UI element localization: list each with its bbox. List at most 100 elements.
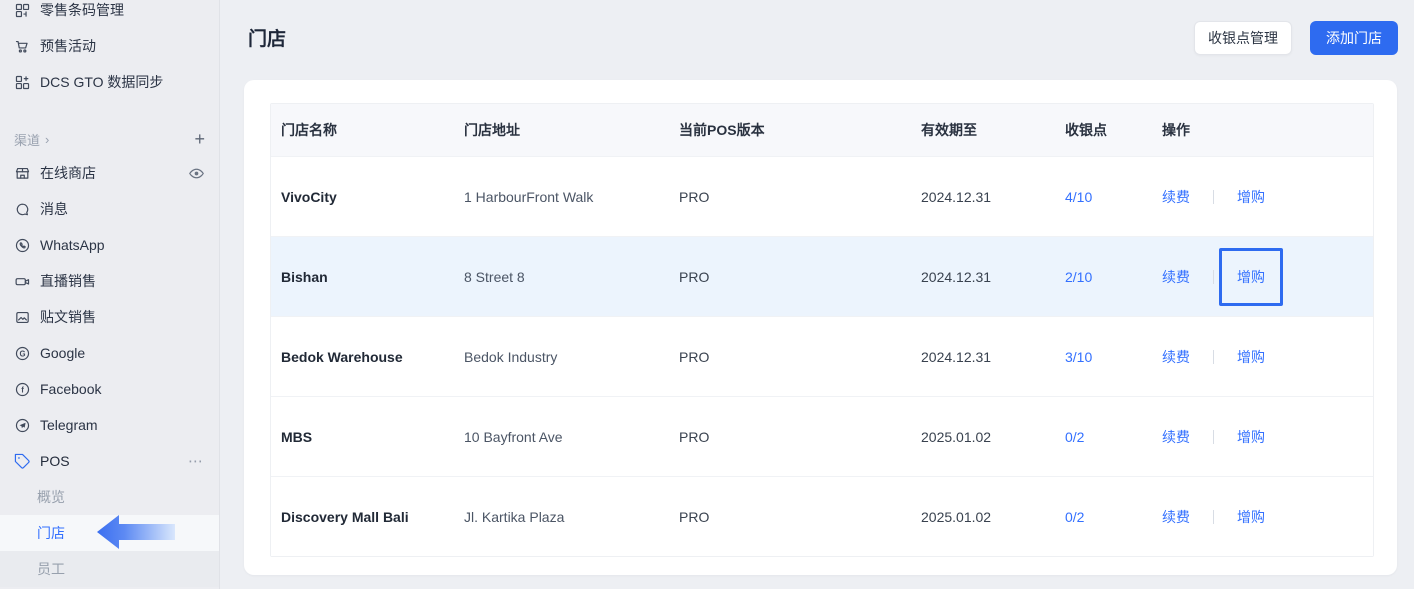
column-header-store-name: 门店名称	[281, 122, 337, 138]
sidebar-item-label: POS	[40, 453, 70, 469]
store-address: 10 Bayfront Ave	[464, 428, 563, 445]
cashier-points-link[interactable]: 3/10	[1065, 349, 1092, 365]
addon-purchase-link[interactable]: 增购	[1237, 187, 1265, 207]
sidebar-item-label: Facebook	[40, 381, 102, 397]
cashier-points-link[interactable]: 2/10	[1065, 269, 1092, 285]
column-header-actions: 操作	[1162, 122, 1190, 138]
sidebar-item-retail-barcode[interactable]: 零售条码管理	[0, 0, 219, 28]
tag-icon	[14, 453, 31, 470]
sidebar-subitem-stores[interactable]: 门店	[0, 515, 219, 551]
ellipsis-icon[interactable]: ⋯	[188, 452, 205, 470]
table-row-highlighted: Bishan 8 Street 8 PRO 2024.12.31 2/10 续费…	[271, 236, 1373, 316]
video-camera-icon	[14, 273, 31, 290]
sidebar-item-dcs-gto-sync[interactable]: DCS GTO 数据同步	[0, 64, 219, 100]
sidebar-item-label: Google	[40, 345, 86, 361]
google-icon: G	[14, 345, 31, 362]
sidebar-item-facebook[interactable]: f Facebook	[0, 371, 219, 407]
column-header-cashier-points: 收银点	[1065, 122, 1107, 138]
renew-link[interactable]: 续费	[1162, 187, 1190, 207]
sidebar-item-label: WhatsApp	[40, 237, 105, 253]
presale-cart-icon	[14, 38, 31, 55]
sidebar-item-label: 直播销售	[40, 273, 96, 289]
pos-version: PRO	[679, 348, 710, 365]
pos-version: PRO	[679, 508, 710, 525]
sidebar-subitem-overview[interactable]: 概览	[0, 479, 219, 515]
store-name: Bishan	[281, 268, 328, 285]
whatsapp-icon	[14, 237, 31, 254]
chat-icon	[14, 201, 31, 218]
cashier-points-link[interactable]: 4/10	[1065, 189, 1092, 205]
sidebar-item-label: DCS GTO 数据同步	[40, 74, 164, 90]
table-row: Discovery Mall Bali Jl. Kartika Plaza PR…	[271, 476, 1373, 556]
valid-until: 2024.12.31	[921, 188, 992, 205]
sidebar-item-post-sales[interactable]: 贴文销售	[0, 299, 219, 335]
addon-purchase-link[interactable]: 增购	[1237, 427, 1265, 447]
sidebar-top-group: 零售条码管理 预售活动 DCS GTO 数据同步	[0, 0, 219, 100]
section-label: 渠道	[14, 132, 41, 148]
sidebar-item-presale[interactable]: 预售活动	[0, 28, 219, 64]
store-address: 1 HarbourFront Walk	[464, 188, 594, 205]
sidebar-item-label: 贴文销售	[40, 309, 96, 325]
renew-link[interactable]: 续费	[1162, 347, 1190, 367]
blue-arrow-callout-icon	[97, 515, 175, 549]
svg-text:G: G	[19, 349, 25, 358]
store-name: Bedok Warehouse	[281, 348, 403, 365]
stores-card: 门店名称 门店地址 当前POS版本 有效期至 收银点 操作 VivoCity 1…	[244, 80, 1397, 575]
add-store-button[interactable]: 添加门店	[1310, 21, 1398, 55]
pos-submenu: 概览 门店 员工	[0, 479, 219, 587]
pos-version: PRO	[679, 268, 710, 285]
renew-link[interactable]: 续费	[1162, 507, 1190, 527]
store-name: VivoCity	[281, 188, 337, 205]
sidebar-item-pos[interactable]: POS ⋯	[0, 443, 219, 479]
sidebar-subitem-staff[interactable]: 员工	[0, 551, 219, 587]
sidebar-item-telegram[interactable]: Telegram	[0, 407, 219, 443]
store-name: Discovery Mall Bali	[281, 508, 409, 525]
table-header-row: 门店名称 门店地址 当前POS版本 有效期至 收银点 操作	[271, 104, 1373, 156]
table-row: MBS 10 Bayfront Ave PRO 2025.01.02 0/2 续…	[271, 396, 1373, 476]
sidebar-item-label: 消息	[40, 201, 68, 217]
sidebar-section-channels[interactable]: 渠道 › +	[0, 125, 219, 153]
action-divider	[1213, 269, 1214, 284]
stores-table: 门店名称 门店地址 当前POS版本 有效期至 收银点 操作 VivoCity 1…	[270, 103, 1374, 557]
sidebar-item-messages[interactable]: 消息	[0, 191, 219, 227]
sidebar-item-live-sales[interactable]: 直播销售	[0, 263, 219, 299]
pos-version: PRO	[679, 188, 710, 205]
facebook-icon: f	[14, 381, 31, 398]
addon-purchase-link[interactable]: 增购	[1237, 347, 1265, 367]
store-name: MBS	[281, 428, 313, 445]
column-header-pos-version: 当前POS版本	[679, 122, 765, 138]
sidebar-item-label: 在线商店	[40, 165, 96, 181]
renew-link[interactable]: 续费	[1162, 267, 1190, 287]
grid-plus-icon	[14, 74, 31, 91]
column-header-valid-until: 有效期至	[921, 122, 977, 138]
storefront-icon	[14, 165, 31, 182]
cashier-points-link[interactable]: 0/2	[1065, 509, 1084, 525]
cashier-point-management-button[interactable]: 收银点管理	[1194, 21, 1292, 55]
sidebar-item-label: Telegram	[40, 417, 98, 433]
action-divider	[1213, 349, 1214, 364]
sidebar-item-online-store[interactable]: 在线商店	[0, 155, 219, 191]
subitem-label: 门店	[37, 525, 65, 541]
cashier-points-link[interactable]: 0/2	[1065, 429, 1084, 445]
sidebar-item-google[interactable]: G Google	[0, 335, 219, 371]
store-address: 8 Street 8	[464, 268, 525, 285]
addon-purchase-link[interactable]: 增购	[1237, 507, 1265, 527]
svg-text:f: f	[21, 385, 24, 394]
sidebar-channels-group: 在线商店 消息 WhatsApp 直播销售 贴文销售 G Google f Fa…	[0, 155, 219, 479]
valid-until: 2024.12.31	[921, 348, 992, 365]
eye-icon[interactable]	[188, 165, 205, 182]
store-address: Bedok Industry	[464, 348, 558, 365]
page-title: 门店	[248, 29, 287, 50]
renew-link[interactable]: 续费	[1162, 427, 1190, 447]
table-row: Bedok Warehouse Bedok Industry PRO 2024.…	[271, 316, 1373, 396]
add-channel-button[interactable]: +	[194, 130, 205, 148]
addon-purchase-link[interactable]: 增购	[1237, 269, 1265, 285]
valid-until: 2025.01.02	[921, 508, 992, 525]
sidebar: 零售条码管理 预售活动 DCS GTO 数据同步 渠道 › + 在线商店 消息 …	[0, 0, 220, 589]
subitem-label: 概览	[37, 489, 65, 505]
sidebar-item-whatsapp[interactable]: WhatsApp	[0, 227, 219, 263]
valid-until: 2024.12.31	[921, 268, 992, 285]
valid-until: 2025.01.02	[921, 428, 992, 445]
sidebar-item-label: 零售条码管理	[40, 2, 124, 18]
sidebar-item-label: 预售活动	[40, 38, 96, 54]
